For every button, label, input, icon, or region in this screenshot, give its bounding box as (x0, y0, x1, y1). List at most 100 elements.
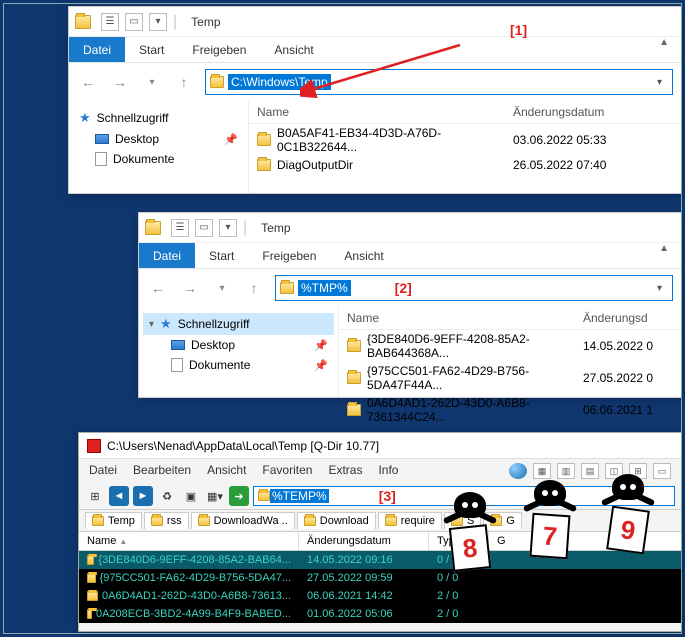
layout-icon[interactable]: ▭ (653, 463, 671, 479)
file-list: Name Änderungsd {3DE840D6-9EFF-4208-85A2… (339, 307, 681, 397)
nav-documents[interactable]: Dokumente 📌 (143, 355, 334, 375)
titlebar[interactable]: C:\Users\Nenad\AppData\Local\Temp [Q-Dir… (79, 433, 681, 459)
titlebar[interactable]: ☰ ▭ ▾ | Temp (139, 213, 681, 243)
tab[interactable]: Temp (85, 512, 142, 529)
address-bar[interactable]: C:\Windows\Temp ▾ (205, 69, 673, 95)
tab[interactable]: S (444, 512, 481, 529)
ribbon-tabs: Datei Start Freigeben Ansicht ▲ (69, 37, 681, 63)
column-headers[interactable]: Name Änderungsdatum (249, 101, 681, 124)
folder-icon (87, 555, 94, 565)
forward-button[interactable]: → (109, 71, 131, 93)
navigation-bar: ← → ▾ ↑ C:\Windows\Temp ▾ (69, 63, 681, 101)
tab-file[interactable]: Datei (139, 243, 195, 268)
forward-button[interactable]: ► (133, 486, 153, 506)
tab-view[interactable]: Ansicht (260, 37, 327, 62)
col-date[interactable]: Änderungsdatum (299, 532, 429, 550)
address-dropdown-icon[interactable]: ▾ (651, 77, 668, 88)
qat-properties-icon[interactable]: ☰ (101, 13, 119, 31)
menu-view[interactable]: Ansicht (207, 463, 246, 479)
pin-icon: 📌 (314, 359, 328, 372)
layout-icon[interactable]: ⊞ (629, 463, 647, 479)
explorer-window-1: ☰ ▭ ▾ | Temp Datei Start Freigeben Ansic… (68, 6, 682, 194)
forward-button[interactable]: → (179, 277, 201, 299)
col-name[interactable]: Name (347, 311, 583, 325)
up-button[interactable]: ↑ (243, 277, 265, 299)
folder-icon (151, 516, 163, 526)
explorer-icon[interactable]: ▣ (181, 486, 201, 506)
nav-quick-access[interactable]: ▾ ★ Schnellzugriff (143, 313, 334, 335)
address-dropdown-icon[interactable]: ▾ (651, 283, 668, 294)
views-icon[interactable]: ⊞ (85, 486, 105, 506)
back-button[interactable]: ◄ (109, 486, 129, 506)
col-date[interactable]: Änderungsd (583, 311, 673, 325)
tab[interactable]: DownloadWa .. (191, 512, 295, 529)
menu-extras[interactable]: Extras (328, 463, 362, 479)
globe-icon[interactable] (509, 463, 527, 479)
qat-newfolder-icon[interactable]: ▭ (125, 13, 143, 31)
ribbon-collapse-icon[interactable]: ▲ (647, 243, 681, 268)
col-date[interactable]: Änderungsdatum (513, 105, 673, 119)
address-bar[interactable]: %TEMP% [3] (253, 486, 675, 506)
col-name[interactable]: Name ▲ (79, 532, 299, 550)
layout-icon[interactable]: ◫ (605, 463, 623, 479)
layout-icon[interactable]: ▦ (533, 463, 551, 479)
col-name[interactable]: Name (257, 105, 513, 119)
menu-edit[interactable]: Bearbeiten (133, 463, 191, 479)
qat-newfolder-icon[interactable]: ▭ (195, 219, 213, 237)
list-item[interactable]: 0A6D4AD1-262D-43D0-A6B8-7361344C24...06.… (339, 394, 681, 426)
nav-desktop[interactable]: Desktop 📌 (73, 129, 244, 149)
layout-icon[interactable]: ▤ (581, 463, 599, 479)
list-item[interactable]: {3DE840D6-9EFF-4208-85A2-BAB64...14.05.2… (79, 551, 681, 569)
grid-icon[interactable]: ▦▾ (205, 486, 225, 506)
recycle-icon[interactable]: ♻ (157, 486, 177, 506)
titlebar[interactable]: ☰ ▭ ▾ | Temp (69, 7, 681, 37)
list-item[interactable]: DiagOutputDir 26.05.2022 07:40 (249, 156, 681, 174)
list-item[interactable]: {975CC501-FA62-4D29-B756-5DA47F44A...27.… (339, 362, 681, 394)
history-dropdown-icon[interactable]: ▾ (141, 71, 163, 93)
history-dropdown-icon[interactable]: ▾ (211, 277, 233, 299)
nav-label: Dokumente (113, 152, 174, 166)
list-item[interactable]: B0A5AF41-EB34-4D3D-A76D-0C1B322644... 03… (249, 124, 681, 156)
tab-start[interactable]: Start (125, 37, 178, 62)
tab[interactable]: Download (297, 512, 376, 529)
up-button[interactable]: ↑ (173, 71, 195, 93)
layout-icon[interactable]: ▥ (557, 463, 575, 479)
back-button[interactable]: ← (147, 277, 169, 299)
qat-properties-icon[interactable]: ☰ (171, 219, 189, 237)
tab-view[interactable]: Ansicht (330, 243, 397, 268)
folder-icon (92, 516, 104, 526)
nav-desktop[interactable]: Desktop 📌 (143, 335, 334, 355)
folder-icon (347, 404, 361, 416)
go-button[interactable]: ➔ (229, 486, 249, 506)
tab[interactable]: rss (144, 512, 189, 529)
tab-share[interactable]: Freigeben (178, 37, 260, 62)
list-item[interactable]: 0A208ECB-3BD2-4A99-B4F9-BABED...01.06.20… (79, 605, 681, 623)
vertical-divider: | (173, 13, 177, 31)
list-item[interactable]: {3DE840D6-9EFF-4208-85A2-BAB644368A...14… (339, 330, 681, 362)
tab-start[interactable]: Start (195, 243, 248, 268)
tab[interactable]: require (378, 512, 442, 529)
ribbon-collapse-icon[interactable]: ▲ (647, 37, 681, 62)
tab[interactable]: G (483, 512, 522, 529)
file-name: B0A5AF41-EB34-4D3D-A76D-0C1B322644... (277, 126, 507, 154)
col-type[interactable]: Typ (429, 532, 489, 550)
list-item[interactable]: {975CC501-FA62-4D29-B756-5DA47...27.05.2… (79, 569, 681, 587)
menu-info[interactable]: Info (378, 463, 398, 479)
navigation-pane: ▾ ★ Schnellzugriff Desktop 📌 Dokumente 📌 (139, 307, 339, 397)
quick-access-toolbar: ☰ ▭ ▾ (171, 219, 237, 237)
menu-file[interactable]: Datei (89, 463, 117, 479)
nav-quick-access[interactable]: ★ Schnellzugriff (73, 107, 244, 129)
qat-dropdown-icon[interactable]: ▾ (149, 13, 167, 31)
column-headers[interactable]: Name ▲ Änderungsdatum Typ G (79, 532, 681, 551)
file-date: 14.05.2022 0 (583, 339, 673, 353)
tab-file[interactable]: Datei (69, 37, 125, 62)
qat-dropdown-icon[interactable]: ▾ (219, 219, 237, 237)
menu-favorites[interactable]: Favoriten (262, 463, 312, 479)
list-item[interactable]: 0A6D4AD1-262D-43D0-A6B8-73613...06.06.20… (79, 587, 681, 605)
column-headers[interactable]: Name Änderungsd (339, 307, 681, 330)
back-button[interactable]: ← (77, 71, 99, 93)
nav-documents[interactable]: Dokumente (73, 149, 244, 169)
address-bar[interactable]: %TMP% [2] ▾ (275, 275, 673, 301)
tab-share[interactable]: Freigeben (248, 243, 330, 268)
col-size[interactable]: G (489, 532, 539, 550)
